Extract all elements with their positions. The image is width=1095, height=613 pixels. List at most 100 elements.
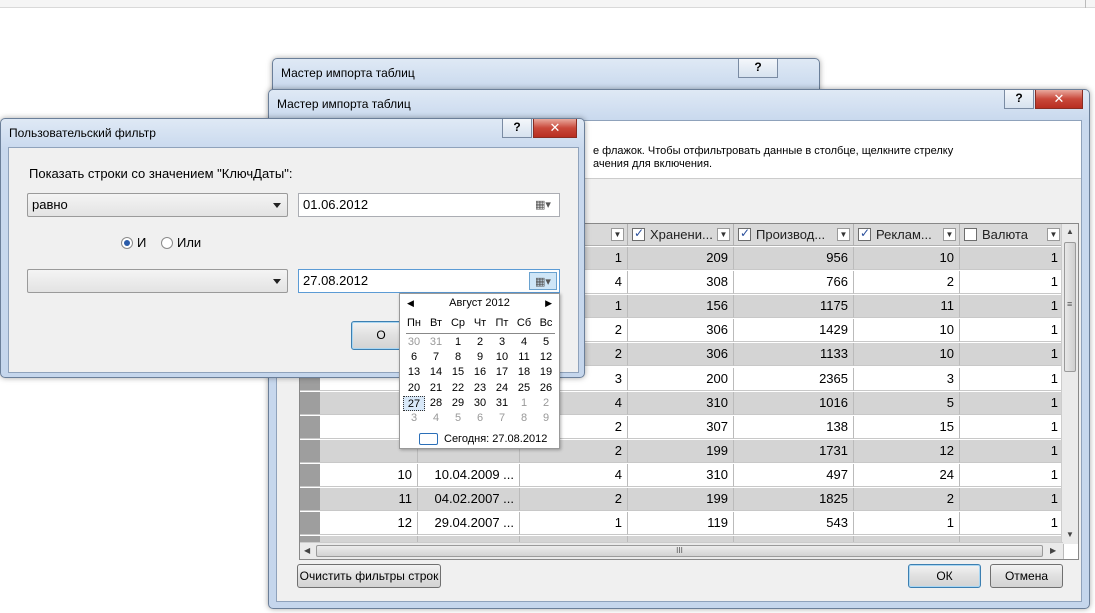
table-cell: 10 (320, 463, 418, 487)
column-header-advertising[interactable]: Реклам... ▼ (854, 224, 960, 246)
calendar-day[interactable]: 1 (513, 396, 535, 411)
back-help-button[interactable]: ? (738, 59, 778, 78)
calendar-day[interactable]: 25 (513, 381, 535, 396)
calendar-day[interactable]: 18 (513, 365, 535, 380)
calendar-day[interactable]: 8 (513, 411, 535, 426)
calendar-day[interactable]: 3 (491, 335, 513, 350)
filter-help-button[interactable]: ? (502, 119, 532, 138)
calendar-dropdown-icon[interactable]: ▦▾ (529, 196, 557, 214)
calendar-day[interactable]: 4 (425, 411, 447, 426)
calendar-day[interactable]: 11 (513, 350, 535, 365)
calendar-day[interactable]: 30 (469, 396, 491, 411)
row-selector[interactable] (300, 512, 320, 536)
filter-dropdown-icon[interactable]: ▼ (1047, 228, 1060, 241)
calendar-day[interactable]: 29 (447, 396, 469, 411)
calendar-day[interactable]: 30 (403, 335, 425, 350)
vertical-scrollbar[interactable]: ▲ ≡ ▼ (1061, 224, 1078, 544)
calendar-day[interactable]: 2 (535, 396, 557, 411)
clear-row-filters-button[interactable]: Очистить фильтры строк (297, 564, 441, 588)
column-header-production[interactable]: Производ... ▼ (734, 224, 854, 246)
calendar-day[interactable]: 21 (425, 381, 447, 396)
calendar-day[interactable]: 23 (469, 381, 491, 396)
calendar-day[interactable]: 19 (535, 365, 557, 380)
help-button[interactable]: ? (1004, 90, 1034, 109)
calendar-day[interactable]: 4 (513, 335, 535, 350)
column-include-checkbox[interactable] (738, 226, 751, 241)
calendar-day[interactable]: 9 (535, 411, 557, 426)
date-picker-popup[interactable]: ◀ Август 2012 ▶ Пн Вт Ср Чт Пт Сб Вс 30 31 1 2 3 4 5… (399, 293, 560, 449)
calendar-day[interactable]: 17 (491, 365, 513, 380)
row-selector[interactable] (300, 391, 320, 415)
table-row[interactable]: 11 04.02.2007 ... 2 199 1825 2 1 (300, 488, 1078, 511)
row-selector[interactable] (300, 415, 320, 439)
calendar-day[interactable]: 15 (447, 365, 469, 380)
ok-button[interactable]: ОК (908, 564, 981, 588)
calendar-day[interactable]: 24 (491, 381, 513, 396)
table-row[interactable]: 10 10.04.2009 ... 4 310 497 24 1 (300, 463, 1078, 487)
table-cell: 307 (628, 415, 734, 439)
vertical-scroll-thumb[interactable]: ≡ (1064, 242, 1076, 372)
calendar-day[interactable]: 31 (491, 396, 513, 411)
row-selector[interactable] (300, 439, 320, 463)
row-selector[interactable] (300, 488, 320, 511)
filter-dropdown-icon[interactable]: ▼ (943, 228, 956, 241)
calendar-day[interactable]: 5 (535, 335, 557, 350)
calendar-day[interactable]: 26 (535, 381, 557, 396)
next-month-icon[interactable]: ▶ (545, 298, 552, 309)
column-header-storage[interactable]: Хранени... ▼ (628, 224, 734, 246)
calendar-day[interactable]: 1 (447, 335, 469, 350)
filter-dropdown-icon[interactable]: ▼ (837, 228, 850, 241)
calendar-day[interactable]: 13 (403, 365, 425, 380)
close-icon: ✕ (1053, 91, 1065, 106)
or-radio[interactable] (161, 237, 173, 249)
filter-dropdown-icon[interactable]: ▼ (611, 228, 624, 241)
column-header-currency[interactable]: Валюта ▼ (960, 224, 1064, 246)
value-2-date-field[interactable]: 27.08.2012 ▦▾ (298, 269, 560, 293)
calendar-day[interactable]: 7 (425, 350, 447, 365)
calendar-day[interactable]: 16 (469, 365, 491, 380)
calendar-day[interactable]: 2 (469, 335, 491, 350)
calendar-day[interactable]: 6 (403, 350, 425, 365)
calendar-day[interactable]: 31 (425, 335, 447, 350)
calendar-day[interactable]: 5 (447, 411, 469, 426)
calendar-day[interactable]: 7 (491, 411, 513, 426)
today-link[interactable]: Сегодня: 27.08.2012 (444, 433, 547, 445)
calendar-day[interactable]: 22 (447, 381, 469, 396)
cancel-button[interactable]: Отмена (990, 564, 1063, 588)
calendar-day[interactable]: 8 (447, 350, 469, 365)
calendar-day[interactable]: 6 (469, 411, 491, 426)
calendar-day[interactable]: 28 (425, 396, 447, 411)
table-row[interactable]: 12 29.04.2007 ... 1 119 543 1 1 (300, 512, 1078, 536)
column-include-checkbox[interactable] (632, 226, 645, 241)
table-cell: 310 (628, 391, 734, 415)
value-1-date-field[interactable]: 01.06.2012 ▦▾ (298, 193, 560, 217)
horizontal-scrollbar[interactable]: ◀ III ▶ (300, 542, 1063, 559)
table-cell: 119 (628, 512, 734, 536)
calendar-day[interactable]: 10 (491, 350, 513, 365)
calendar-day[interactable]: 14 (425, 365, 447, 380)
filter-dropdown-icon[interactable]: ▼ (717, 228, 730, 241)
calendar-day[interactable]: 20 (403, 381, 425, 396)
filter-close-button[interactable]: ✕ (533, 119, 577, 138)
calendar-dropdown-icon[interactable]: ▦▾ (529, 272, 557, 290)
close-button[interactable]: ✕ (1035, 90, 1083, 109)
operator-2-select[interactable] (27, 269, 288, 293)
calendar-day[interactable]: 3 (403, 411, 425, 426)
column-include-checkbox[interactable] (964, 228, 977, 241)
operator-1-select[interactable]: равно (27, 193, 288, 217)
scroll-right-icon[interactable]: ▶ (1050, 546, 1056, 555)
table-cell: 1825 (734, 488, 854, 511)
table-cell: 5 (854, 391, 960, 415)
scroll-up-icon[interactable]: ▲ (1066, 227, 1074, 236)
column-include-checkbox[interactable] (858, 226, 871, 241)
table-cell: 1 (960, 319, 1064, 343)
scroll-left-icon[interactable]: ◀ (304, 546, 310, 555)
horizontal-scroll-thumb[interactable]: III (316, 545, 1043, 557)
scroll-down-icon[interactable]: ▼ (1066, 530, 1074, 539)
calendar-day[interactable]: 12 (535, 350, 557, 365)
column-header-label: Производ... (756, 227, 826, 242)
row-selector[interactable] (300, 463, 320, 487)
calendar-day[interactable]: 9 (469, 350, 491, 365)
and-radio[interactable] (121, 237, 133, 249)
calendar-day[interactable]: 27 (403, 395, 425, 411)
